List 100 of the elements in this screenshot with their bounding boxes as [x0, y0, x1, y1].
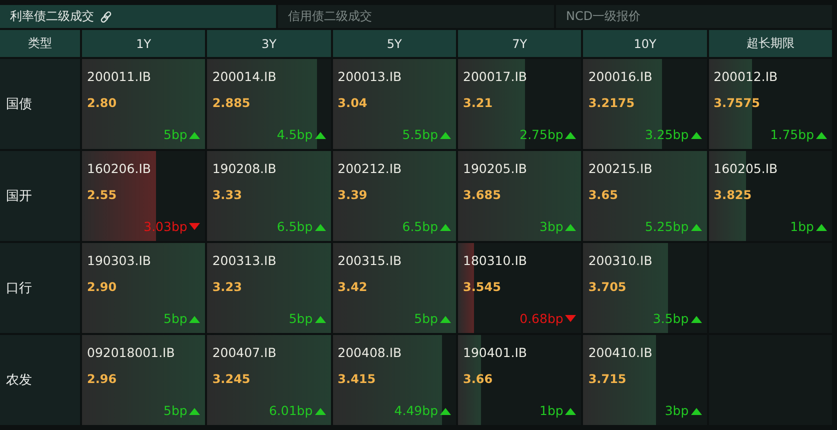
column-header: 5Y	[332, 30, 456, 57]
up-triangle-icon	[565, 222, 576, 230]
bond-code: 200013.IB	[338, 69, 403, 84]
change-value: 6.01bp	[268, 403, 326, 418]
bond-code: 200407.IB	[212, 345, 278, 360]
bond-code: 160205.IB	[714, 161, 779, 176]
row-label: 农发	[0, 335, 80, 425]
bond-code: 200016.IB	[588, 69, 654, 84]
column-header: 类型	[0, 30, 80, 57]
yield-value: 3.66	[463, 372, 494, 386]
change-value: 4.49bp	[394, 403, 451, 418]
up-triangle-icon	[816, 222, 827, 230]
up-triangle-icon	[565, 130, 576, 138]
yield-value: 2.885	[212, 96, 252, 110]
change-value: 3bp	[664, 403, 702, 418]
change-value: 1.75bp	[770, 127, 827, 142]
yield-value: 3.415	[338, 372, 377, 386]
up-triangle-icon	[690, 406, 702, 414]
yield-value: 3.23	[212, 280, 243, 294]
yield-value: 3.33	[212, 188, 243, 202]
bond-code: 190401.IB	[463, 345, 528, 360]
row-label: 口行	[0, 243, 80, 333]
yield-value: 3.825	[714, 188, 753, 202]
column-header: 3Y	[207, 30, 331, 57]
yield-value: 3.685	[463, 188, 502, 202]
yield-value: 3.21	[463, 96, 494, 110]
yield-value: 2.80	[87, 96, 118, 110]
change-value: 3.5bp	[652, 311, 702, 326]
change-value: 3.25bp	[644, 127, 702, 142]
change-value: 6.5bp	[276, 219, 326, 234]
up-triangle-icon	[314, 314, 326, 322]
down-triangle-icon	[565, 314, 576, 322]
bond-code: 200017.IB	[463, 69, 528, 84]
bond-code: 200014.IB	[212, 69, 278, 84]
yield-value: 3.7575	[714, 96, 761, 110]
bond-code: 160206.IB	[87, 161, 152, 176]
bond-code: 200313.IB	[212, 253, 278, 268]
up-triangle-icon	[816, 130, 827, 138]
up-triangle-icon	[690, 130, 702, 138]
yield-value: 2.55	[87, 188, 118, 202]
change-value: 6.5bp	[402, 219, 451, 234]
change-value: 5.5bp	[402, 127, 451, 142]
down-triangle-icon	[189, 222, 200, 230]
change-value: 0.68bp	[520, 311, 576, 326]
up-triangle-icon	[314, 130, 326, 138]
change-value: 5bp	[164, 311, 200, 326]
bond-code: 200011.IB	[87, 69, 152, 84]
up-triangle-icon	[440, 406, 451, 414]
link-icon[interactable]	[100, 10, 112, 22]
yield-value: 2.96	[87, 372, 118, 386]
change-value: 3bp	[540, 219, 576, 234]
bond-code: 200408.IB	[338, 345, 403, 360]
bond-code: 200310.IB	[588, 253, 654, 268]
bond-code: 180310.IB	[463, 253, 528, 268]
up-triangle-icon	[189, 314, 200, 322]
up-triangle-icon	[189, 406, 200, 414]
up-triangle-icon	[690, 222, 702, 230]
yield-value: 3.715	[588, 372, 628, 386]
change-value: 4.5bp	[276, 127, 326, 142]
yield-value: 3.2175	[588, 96, 636, 110]
change-value: 1bp	[790, 219, 827, 234]
change-value: 5bp	[414, 311, 451, 326]
change-value: 5bp	[288, 311, 326, 326]
change-value: 2.75bp	[520, 127, 576, 142]
bond-code: 190205.IB	[463, 161, 528, 176]
tab[interactable]: NCD一级报价	[556, 5, 832, 28]
yield-value: 3.245	[212, 372, 252, 386]
bond-code: 190303.IB	[87, 253, 152, 268]
yield-value: 3.545	[463, 280, 502, 294]
up-triangle-icon	[440, 314, 451, 322]
bond-code: 200410.IB	[588, 345, 654, 360]
up-triangle-icon	[189, 130, 200, 138]
row-label: 国债	[0, 59, 80, 149]
bond-code: 200012.IB	[714, 69, 779, 84]
yield-value: 3.39	[338, 188, 368, 202]
bond-code: 200212.IB	[338, 161, 403, 176]
column-header: 1Y	[82, 30, 206, 57]
tab[interactable]: 信用债二级成交	[278, 5, 554, 28]
change-value: 3.03bp	[144, 219, 200, 234]
column-header: 10Y	[583, 30, 707, 57]
yield-value: 2.90	[87, 280, 118, 294]
bond-code: 092018001.IB	[87, 345, 176, 360]
up-triangle-icon	[314, 406, 326, 414]
row-label: 国开	[0, 151, 80, 241]
up-triangle-icon	[440, 222, 451, 230]
bond-code: 200215.IB	[588, 161, 654, 176]
change-value: 5bp	[164, 127, 200, 142]
bond-code: 200315.IB	[338, 253, 403, 268]
yield-value: 3.65	[588, 188, 619, 202]
bond-code: 190208.IB	[212, 161, 278, 176]
yield-value: 3.04	[338, 96, 368, 110]
yield-value: 3.705	[588, 280, 628, 294]
tab[interactable]: 利率债二级成交	[0, 5, 276, 28]
up-triangle-icon	[690, 314, 702, 322]
change-value: 1bp	[540, 403, 576, 418]
change-value: 5bp	[164, 403, 200, 418]
up-triangle-icon	[314, 222, 326, 230]
column-header: 7Y	[458, 30, 582, 57]
up-triangle-icon	[565, 406, 576, 414]
up-triangle-icon	[440, 130, 451, 138]
